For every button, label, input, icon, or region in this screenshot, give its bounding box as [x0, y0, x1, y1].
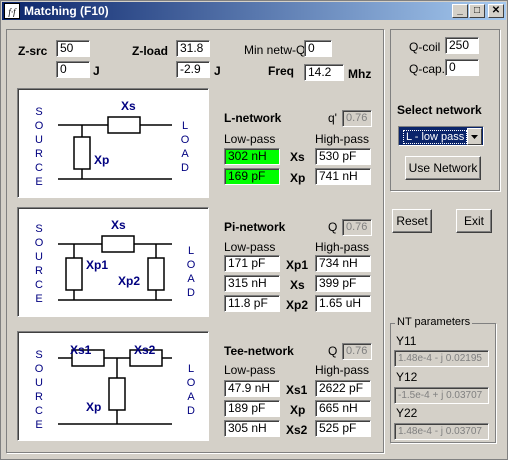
y11-label: Y11	[396, 334, 417, 348]
l-xs-lowpass[interactable]: 302 nH	[224, 148, 280, 165]
pi-xp1-highpass[interactable]: 734 nH	[315, 255, 371, 272]
tee-highpass-header: High-pass	[315, 363, 370, 377]
tee-diagram-load-text: LOAD	[186, 363, 196, 417]
l-xs-label: Xs	[290, 150, 305, 164]
network-select-value: L - low pass	[403, 130, 468, 144]
window-title: Matching (F10)	[24, 4, 109, 18]
q-cap-input[interactable]: 0	[445, 59, 479, 76]
freq-label: Freq	[268, 64, 295, 78]
l-xp-label: Xp	[290, 171, 306, 185]
tee-xp-label: Xp	[290, 403, 306, 417]
pi-lowpass-header: Low-pass	[224, 240, 276, 254]
freq-input[interactable]: 14.2	[304, 64, 344, 81]
y22-label: Y22	[396, 406, 418, 420]
close-button[interactable]: ✕	[488, 4, 504, 18]
y12-label: Y12	[396, 370, 418, 384]
tee-xs1-highpass[interactable]: 2622 pF	[315, 380, 371, 397]
l-diagram-source-text: SOURCE	[34, 106, 44, 188]
tee-xp-highpass[interactable]: 665 nH	[315, 400, 371, 417]
pi-network-q-label: Q	[328, 220, 338, 234]
tee-xp-lowpass[interactable]: 189 pF	[224, 400, 280, 417]
l-xp-highpass[interactable]: 741 nH	[315, 168, 371, 185]
chevron-down-icon[interactable]	[467, 128, 482, 145]
l-diagram-load-text: LOAD	[180, 120, 190, 174]
tee-diagram-source-text: SOURCE	[34, 349, 44, 431]
l-xp-lowpass[interactable]: 169 pF	[224, 168, 280, 185]
tee-xs2-highpass[interactable]: 525 pF	[315, 420, 371, 437]
l-xs-highpass[interactable]: 530 pF	[315, 148, 371, 165]
zsrc-label: Z-src	[18, 44, 48, 58]
zsrc-imag-input[interactable]: 0	[56, 61, 90, 78]
select-network-label: Select network	[397, 103, 482, 117]
tee-diagram-xp-label: Xp	[86, 400, 102, 414]
zload-j-label: J	[214, 64, 221, 78]
tee-network-q-value: 0.76	[342, 343, 372, 360]
pi-highpass-header: High-pass	[315, 240, 370, 254]
pi-xp2-lowpass[interactable]: 11.8 pF	[224, 295, 280, 312]
tee-network-q-label: Q	[328, 344, 338, 358]
zsrc-real-input[interactable]: 50	[56, 40, 90, 57]
use-network-button[interactable]: Use Network	[405, 156, 481, 180]
tee-xs1-label: Xs1	[286, 383, 308, 397]
pi-xs-label: Xs	[290, 278, 305, 292]
nt-parameters-title: NT parameters	[395, 316, 473, 328]
l-lowpass-header: Low-pass	[224, 132, 276, 146]
zload-imag-input[interactable]: -2.9	[176, 61, 210, 78]
tee-diagram-xs1-label: Xs1	[70, 343, 92, 357]
reset-button[interactable]: Reset	[392, 209, 432, 233]
tee-xs2-lowpass[interactable]: 305 nH	[224, 420, 280, 437]
pi-xp2-highpass[interactable]: 1.65 uH	[315, 295, 371, 312]
pi-network-diagram: Xs Xp1 Xp2 SOURCE LOAD	[17, 207, 209, 317]
l-diagram-xp-label: Xp	[94, 153, 110, 167]
pi-diagram-xp2-label: Xp2	[118, 274, 141, 288]
y11-value: 1.48e-4 - j 0.02195	[394, 350, 489, 367]
min-q-label: Min netw-Q	[244, 43, 306, 57]
pi-xp1-label: Xp1	[286, 258, 309, 272]
network-select[interactable]: L - low pass	[398, 126, 484, 146]
q-coil-label: Q-coil	[409, 40, 441, 54]
tee-xs2-label: Xs2	[286, 423, 308, 437]
min-q-input[interactable]: 0	[304, 40, 332, 57]
l-network-diagram: Xs Xp SOURCE LOAD	[17, 88, 209, 198]
pi-diagram-load-text: LOAD	[186, 245, 196, 299]
title-bar[interactable]: f·f Matching (F10) _ □ ✕	[2, 2, 506, 20]
l-network-q-label: q'	[328, 111, 337, 125]
tee-xs1-lowpass[interactable]: 47.9 nH	[224, 380, 280, 397]
minimize-button[interactable]: _	[452, 4, 468, 18]
pi-diagram-xp1-label: Xp1	[86, 258, 109, 272]
y22-value: 1.48e-4 - j 0.03707	[394, 423, 489, 440]
pi-xp1-lowpass[interactable]: 171 pF	[224, 255, 280, 272]
exit-button[interactable]: Exit	[456, 209, 492, 233]
maximize-button[interactable]: □	[469, 4, 485, 18]
zload-real-input[interactable]: 31.8	[176, 40, 210, 57]
l-highpass-header: High-pass	[315, 132, 370, 146]
zload-label: Z-load	[132, 44, 168, 58]
y12-value: -1.5e-4 + j 0.03707	[394, 387, 489, 404]
q-cap-label: Q-cap.	[409, 62, 446, 76]
l-diagram-xs-label: Xs	[121, 99, 136, 113]
pi-diagram-xs-label: Xs	[111, 218, 126, 232]
pi-network-title: Pi-network	[224, 220, 286, 234]
pi-xs-lowpass[interactable]: 315 nH	[224, 275, 280, 292]
pi-diagram-source-text: SOURCE	[34, 223, 44, 305]
l-network-q-value: 0.76	[342, 110, 372, 127]
pi-xs-highpass[interactable]: 399 pF	[315, 275, 371, 292]
zsrc-j-label: J	[93, 64, 100, 78]
q-coil-input[interactable]: 250	[445, 37, 479, 54]
tee-diagram-xs2-label: Xs2	[134, 343, 156, 357]
freq-unit-label: Mhz	[348, 67, 372, 81]
pi-xp2-label: Xp2	[286, 298, 309, 312]
app-icon: f·f	[4, 3, 20, 19]
tee-lowpass-header: Low-pass	[224, 363, 276, 377]
pi-network-q-value: 0.76	[342, 219, 372, 236]
l-network-title: L-network	[224, 111, 282, 125]
tee-network-diagram: Xs1 Xs2 Xp SOURCE LOAD	[17, 331, 209, 441]
tee-network-title: Tee-network	[224, 344, 294, 358]
